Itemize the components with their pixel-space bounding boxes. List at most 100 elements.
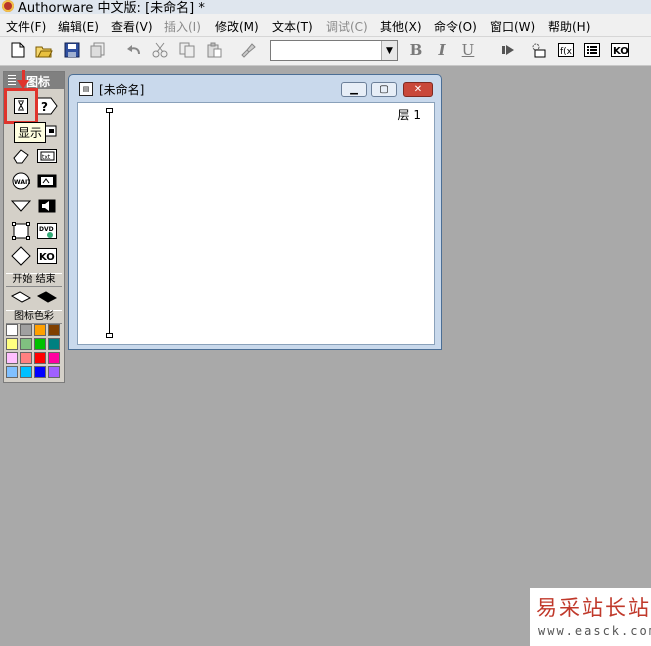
flowline-canvas[interactable]: 层 1 — [77, 102, 435, 345]
app-title-bar: Authorware 中文版: [未命名] * — [0, 0, 651, 16]
level-label: 层 1 — [397, 108, 421, 122]
find-button[interactable] — [238, 40, 258, 60]
menu-text[interactable]: 文本(T) — [272, 18, 313, 35]
flowline-window: ▤ [未命名] ▁ ▢ ✕ 层 1 — [68, 74, 442, 350]
movie-icon: txt — [37, 149, 57, 163]
open-folder-icon — [35, 46, 53, 57]
decision-icon — [11, 200, 31, 212]
color-swatch[interactable] — [34, 352, 46, 364]
color-swatch[interactable] — [6, 366, 18, 378]
variables-icon — [584, 43, 600, 57]
dvd-icon-button[interactable]: DVD — [36, 221, 58, 241]
color-swatch[interactable] — [20, 338, 32, 350]
flowline-end-marker[interactable] — [106, 333, 113, 338]
svg-text:KO: KO — [613, 46, 629, 57]
color-swatch[interactable] — [6, 352, 18, 364]
stop-flag-icon — [37, 291, 57, 303]
color-swatch[interactable] — [20, 324, 32, 336]
color-swatch[interactable] — [48, 338, 60, 350]
movie-icon-button[interactable]: txt — [36, 146, 58, 166]
end-label: 结束 — [35, 274, 56, 285]
start-flag-button[interactable] — [10, 287, 32, 307]
minimize-icon: ▁ — [350, 84, 358, 95]
undo-button[interactable] — [124, 40, 144, 60]
color-swatch[interactable] — [48, 324, 60, 336]
import-button[interactable] — [88, 40, 108, 60]
menu-other[interactable]: 其他(X) — [380, 18, 422, 35]
interaction-icon: ? — [36, 97, 58, 115]
svg-text:?: ? — [41, 100, 48, 114]
color-swatch[interactable] — [6, 338, 18, 350]
maximize-button[interactable]: ▢ — [371, 82, 397, 97]
menu-edit[interactable]: 编辑(E) — [58, 18, 99, 35]
knowledge-object-icon-button[interactable]: KO — [36, 246, 58, 266]
palette-title-bar[interactable]: 图标 — [4, 72, 64, 89]
font-combo[interactable]: ▼ — [270, 40, 398, 61]
stop-flag-button[interactable] — [36, 287, 58, 307]
start-label: 开始 — [12, 274, 33, 285]
framework-icon-button[interactable] — [10, 221, 32, 241]
color-swatch[interactable] — [34, 324, 46, 336]
run-icon — [502, 45, 514, 55]
wait-icon: WAIT — [12, 172, 30, 190]
run-button[interactable] — [498, 40, 518, 60]
maximize-icon: ▢ — [379, 84, 389, 95]
map-icon — [11, 246, 31, 266]
control-panel-button[interactable] — [528, 40, 548, 60]
menu-window[interactable]: 窗口(W) — [490, 18, 535, 35]
minimize-button[interactable]: ▁ — [341, 82, 367, 97]
knowledge-objects-icon: KO — [611, 43, 629, 57]
sound-icon-button[interactable] — [36, 196, 58, 216]
italic-button[interactable]: I — [432, 40, 452, 60]
menu-command[interactable]: 命令(O) — [434, 18, 477, 35]
decision-icon-button[interactable] — [10, 196, 32, 216]
watermark: 易采站长站 www.easck.com — [530, 588, 651, 646]
start-flag-icon — [11, 291, 31, 303]
chevron-down-icon[interactable]: ▼ — [381, 41, 397, 60]
menu-debug[interactable]: 调试(C) — [326, 18, 368, 35]
erase-icon-button[interactable] — [10, 146, 32, 166]
menu-view[interactable]: 查看(V) — [111, 18, 153, 35]
menu-help[interactable]: 帮助(H) — [548, 18, 590, 35]
color-swatch[interactable] — [34, 366, 46, 378]
color-swatch[interactable] — [20, 366, 32, 378]
interaction-icon-button[interactable]: ? — [36, 96, 58, 116]
map-icon-button[interactable] — [10, 246, 32, 266]
color-swatch[interactable] — [6, 324, 18, 336]
bold-button[interactable]: B — [406, 40, 426, 60]
open-file-button[interactable] — [34, 40, 54, 60]
copy-button[interactable] — [177, 40, 197, 60]
new-file-button[interactable] — [8, 40, 28, 60]
underline-button[interactable]: U — [458, 40, 478, 60]
flowline-start-marker[interactable] — [106, 108, 113, 113]
color-swatch[interactable] — [48, 352, 60, 364]
close-button[interactable]: ✕ — [403, 82, 433, 97]
cut-button[interactable] — [150, 40, 170, 60]
start-end-labels: 开始 结束 — [6, 273, 62, 287]
toolbar: ▼ B I U f(x) KO — [0, 37, 651, 66]
document-title: [未命名] — [99, 83, 145, 97]
menu-modify[interactable]: 修改(M) — [215, 18, 259, 35]
copy-icon — [179, 42, 195, 58]
color-swatch[interactable] — [34, 338, 46, 350]
color-swatch[interactable] — [48, 366, 60, 378]
paste-button[interactable] — [204, 40, 224, 60]
wait-icon-button[interactable]: WAIT — [10, 171, 32, 191]
functions-button[interactable]: f(x) — [556, 40, 576, 60]
dvd-icon: DVD — [37, 223, 57, 239]
undo-icon — [127, 45, 140, 55]
tooltip: 显示 — [14, 122, 47, 143]
knowledge-objects-button[interactable]: KO — [610, 40, 630, 60]
new-file-icon — [11, 42, 25, 58]
grip-icon[interactable] — [8, 75, 16, 86]
save-icon — [64, 42, 80, 58]
navigate-icon-button[interactable] — [36, 171, 58, 191]
save-all-button[interactable] — [62, 40, 82, 60]
variables-button[interactable] — [582, 40, 602, 60]
menu-file[interactable]: 文件(F) — [6, 18, 46, 35]
authorware-app-icon — [2, 0, 14, 12]
svg-text:txt: txt — [42, 154, 51, 161]
color-swatch[interactable] — [20, 352, 32, 364]
svg-text:KO: KO — [39, 252, 55, 263]
menu-insert[interactable]: 插入(I) — [164, 18, 201, 35]
